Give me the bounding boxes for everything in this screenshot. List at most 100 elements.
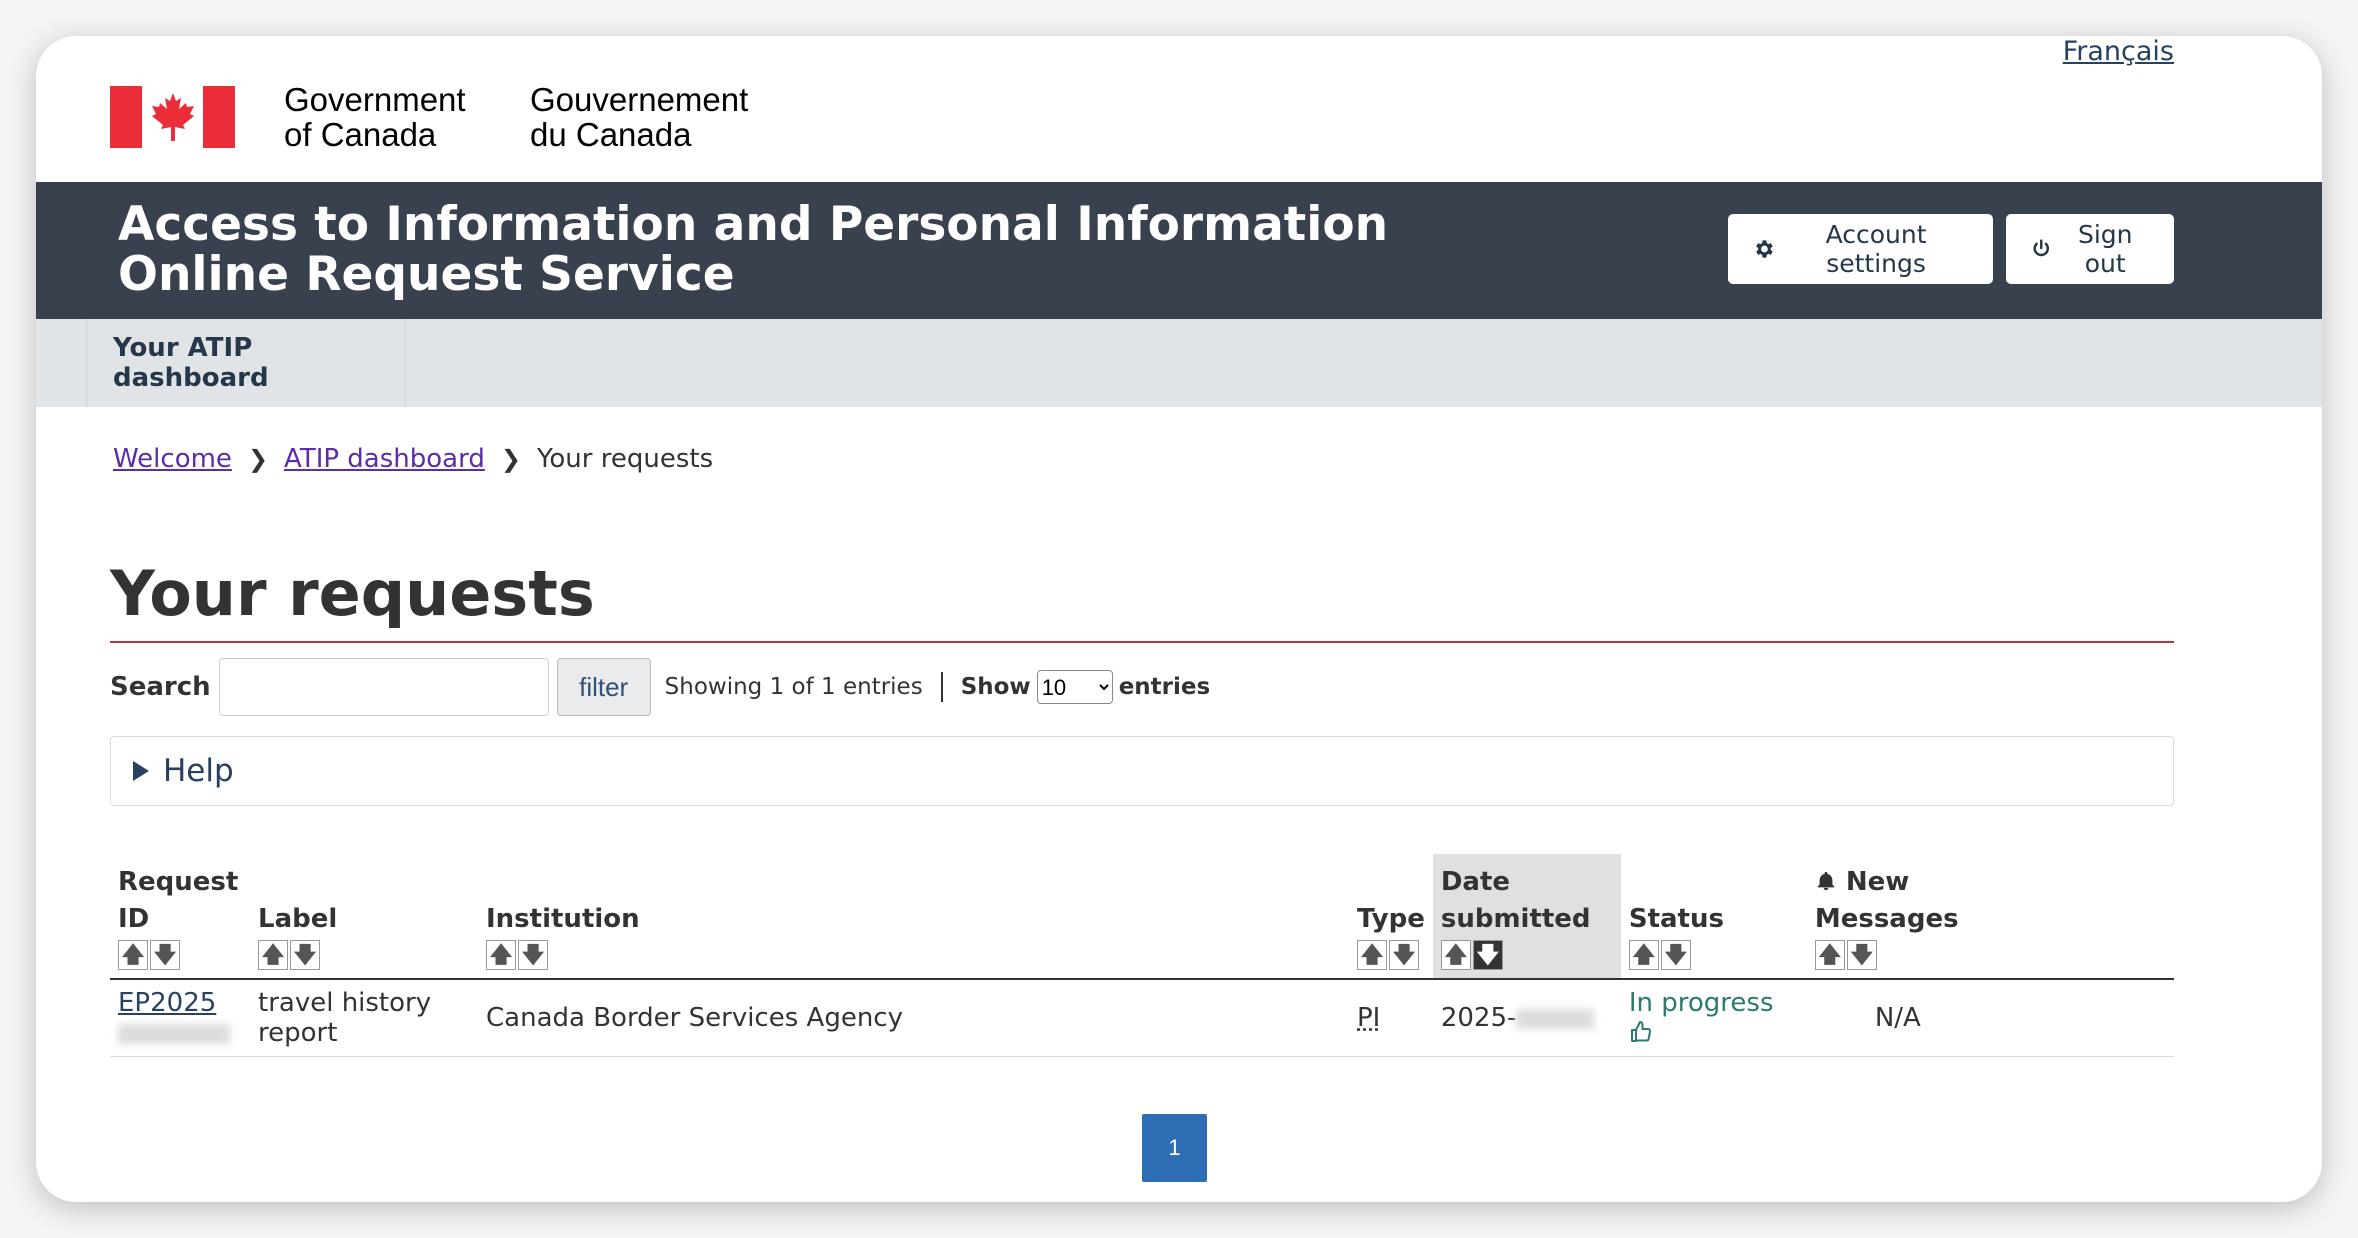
sort-controls: 🡅 🡇 [258, 940, 470, 970]
sign-out-label: Sign out [2077, 220, 2133, 278]
col-label-label: Label [258, 904, 338, 934]
maple-leaf-icon [142, 86, 203, 148]
title-underline [110, 641, 2174, 643]
breadcrumb: Welcome ❯ ATIP dashboard ❯ Your requests [113, 444, 713, 474]
col-date-line1: Date [1440, 867, 1511, 897]
col-messages-line1: New [1845, 867, 1910, 897]
filter-button[interactable]: filter [556, 658, 651, 716]
sort-down-icon[interactable]: 🡇 [1660, 940, 1691, 970]
sort-up-icon[interactable]: 🡅 [118, 940, 148, 970]
nav-item-dashboard[interactable]: Your ATIP dashboard [86, 319, 406, 407]
redacted-request-id [118, 1023, 230, 1044]
cell-label: travel history report [250, 979, 478, 1057]
col-institution-label: Institution [486, 904, 640, 934]
table-header-row: Request ID 🡅🡇 Label 🡅🡇 Institution 🡅🡇 [110, 854, 2174, 980]
help-label: Help [163, 753, 234, 789]
cell-request-id: EP2025 [110, 979, 250, 1057]
sort-up-icon[interactable]: 🡅 [1357, 940, 1387, 970]
account-settings-label: Account settings [1825, 220, 1927, 278]
pagination-page-button[interactable]: 1 [1142, 1114, 1207, 1182]
controls-divider [940, 672, 943, 702]
flag-right-bar [203, 86, 235, 148]
col-request-id-label: Request ID [118, 867, 239, 934]
bell-svg [1817, 871, 1835, 891]
chevron-right-icon: ❯ [500, 445, 521, 473]
application-bar: Access to Information and Personal Infor… [36, 182, 2322, 319]
chevron-right-icon: ❯ [247, 445, 269, 473]
sort-up-icon[interactable]: 🡅 [486, 940, 516, 970]
requests-table: Request ID 🡅🡇 Label 🡅🡇 Institution 🡅🡇 [110, 854, 2174, 1057]
power-icon [2033, 239, 2049, 257]
show-label: Show [960, 674, 1031, 700]
col-label[interactable]: Label 🡅 🡇 [250, 854, 478, 980]
secondary-nav: Your ATIP dashboard [36, 319, 2322, 407]
account-settings-button[interactable]: Account settings [1728, 214, 1993, 284]
thumbs-up-icon [1629, 1018, 1653, 1048]
breadcrumb-current: Your requests [536, 444, 714, 474]
gov-fr-line1: Gouvernement [530, 81, 749, 118]
app-title-line1: Access to Information and Personal Infor… [118, 197, 1389, 252]
col-status-label: Status [1628, 904, 1724, 934]
browser-window: Français Government of Canada Gouverneme… [36, 36, 2322, 1202]
flag-left-bar [110, 86, 142, 148]
sort-controls: 🡅 🡇 [1628, 940, 1799, 970]
app-title-line2: Online Request Service [118, 247, 735, 302]
sort-down-icon[interactable]: 🡇 [290, 940, 320, 970]
sort-controls: 🡅 🡇 [486, 940, 1341, 970]
col-new-messages[interactable]: New Messages 🡅 🡇 [1806, 854, 2174, 980]
page-title: Your requests [110, 557, 595, 630]
col-type[interactable]: Type 🡅 🡇 [1349, 854, 1433, 980]
thumbs-up-svg [1630, 1021, 1651, 1042]
government-signature-en: Government of Canada [284, 82, 466, 152]
type-abbreviation: PI [1357, 1003, 1381, 1033]
cell-type: PI [1349, 979, 1433, 1057]
search-label: Search [110, 672, 211, 702]
table-row: EP2025 travel history report Canada Bord… [110, 979, 2174, 1057]
maple-leaf-svg [151, 93, 194, 141]
col-messages-line1-wrap: New [1815, 864, 2166, 901]
gov-fr-line2: du Canada [530, 116, 692, 153]
sort-up-icon[interactable]: 🡅 [258, 940, 288, 970]
application-title: Access to Information and Personal Infor… [118, 200, 1388, 300]
help-expander[interactable]: Help [110, 736, 2174, 806]
sort-down-icon[interactable]: 🡇 [150, 940, 180, 970]
col-request-id[interactable]: Request ID 🡅 🡇 [110, 854, 250, 980]
showing-entries-text: Showing 1 of 1 entries [664, 674, 923, 700]
sign-out-button[interactable]: Sign out [2006, 214, 2174, 284]
table-controls: Search filter Showing 1 of 1 entries Sho… [110, 657, 1210, 717]
sort-up-icon[interactable]: 🡅 [1814, 940, 1845, 970]
sort-up-icon[interactable]: 🡅 [1628, 940, 1659, 970]
search-input[interactable] [218, 658, 549, 716]
col-institution[interactable]: Institution 🡅 🡇 [478, 854, 1349, 980]
entries-label: entries [1118, 674, 1211, 700]
col-messages-line2: Messages [1814, 904, 1959, 934]
cell-institution: Canada Border Services Agency [478, 979, 1349, 1057]
government-signature-fr: Gouvernement du Canada [530, 82, 748, 152]
sort-up-icon[interactable]: 🡅 [1440, 940, 1471, 970]
bell-icon [1815, 867, 1846, 897]
col-date-submitted[interactable]: Date submitted 🡅 🡇 [1432, 854, 1621, 980]
date-visible: 2025- [1440, 1003, 1517, 1033]
sort-down-icon[interactable]: 🡇 [518, 940, 548, 970]
request-id-link[interactable]: EP2025 [118, 988, 216, 1018]
sort-controls: 🡅 🡇 [1814, 940, 2166, 970]
gear-icon [1756, 240, 1773, 258]
triangle-right-icon [133, 761, 149, 781]
cell-new-messages: N/A [1806, 979, 2174, 1057]
gov-en-line2: of Canada [284, 116, 437, 153]
col-status[interactable]: Status 🡅 🡇 [1620, 854, 1807, 980]
sort-down-icon[interactable]: 🡇 [1389, 940, 1419, 970]
canada-flag-icon [110, 86, 235, 148]
breadcrumb-atip-dashboard[interactable]: ATIP dashboard [284, 444, 485, 474]
sort-down-icon[interactable]: 🡇 [1846, 940, 1877, 970]
sort-controls: 🡅 🡇 [1440, 940, 1613, 970]
cell-date-submitted: 2025- [1432, 979, 1621, 1057]
status-text: In progress [1628, 988, 1774, 1018]
breadcrumb-welcome[interactable]: Welcome [113, 444, 232, 474]
entries-per-page-select[interactable]: 10 [1036, 670, 1113, 704]
language-toggle-link[interactable]: Français [2063, 36, 2174, 67]
redacted-date [1516, 1008, 1595, 1029]
sort-controls: 🡅 🡇 [1357, 940, 1425, 970]
col-type-label: Type [1357, 904, 1425, 934]
sort-down-icon-active[interactable]: 🡇 [1472, 940, 1503, 970]
